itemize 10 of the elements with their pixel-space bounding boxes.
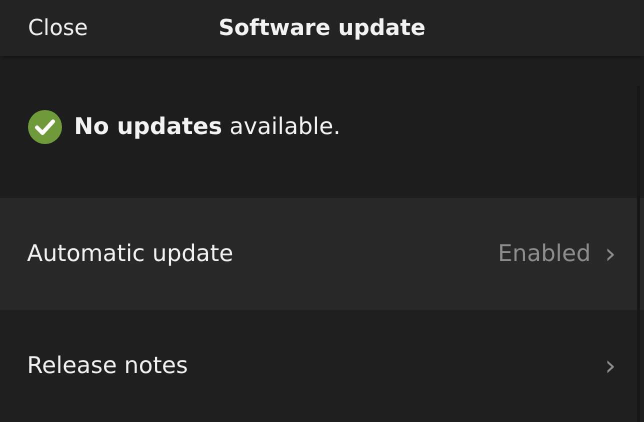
row-value: Enabled (498, 241, 591, 267)
screen-title: Software update (218, 16, 426, 40)
status-message: No updates available. (74, 114, 341, 140)
checkmark-icon (28, 110, 62, 144)
close-button[interactable]: Close (24, 14, 92, 42)
chevron-icon: › (604, 352, 616, 380)
row-label: Automatic update (27, 241, 234, 267)
row-label: Release notes (27, 353, 188, 379)
chevron-icon: › (604, 240, 616, 268)
settings-row[interactable]: Automatic update Enabled › (0, 198, 644, 310)
